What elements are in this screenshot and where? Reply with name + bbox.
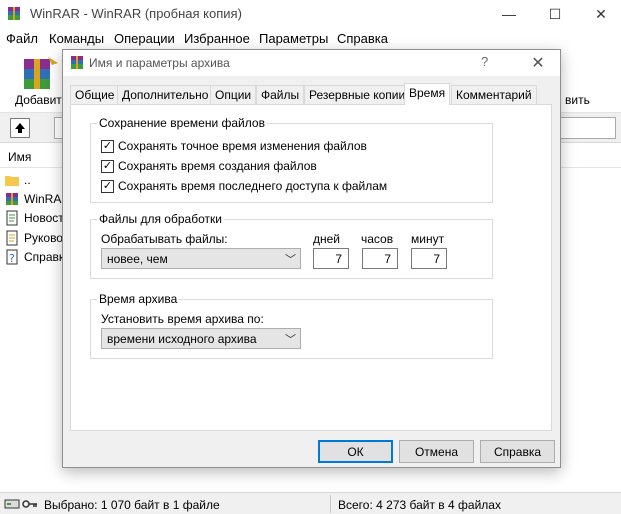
add-button-label[interactable]: Добавить bbox=[15, 93, 68, 107]
path-dropdown[interactable] bbox=[558, 117, 616, 139]
dialog-title: Имя и параметры архива bbox=[89, 56, 230, 70]
tab-comment[interactable]: Комментарий bbox=[451, 85, 537, 104]
status-selected: Выбрано: 1 070 байт в 1 файле bbox=[44, 498, 220, 512]
files-to-process-group-title: Файлы для обработки bbox=[97, 212, 224, 226]
minutes-label: минут bbox=[411, 232, 445, 246]
process-files-select[interactable]: новее, чем ﹀ bbox=[101, 248, 301, 269]
rar-archive-icon bbox=[4, 191, 20, 207]
days-label: дней bbox=[313, 232, 341, 246]
archive-time-value: времени исходного архива bbox=[107, 332, 257, 346]
save-time-group: Сохранение времени файлов ✓ Сохранять то… bbox=[90, 116, 493, 203]
column-name[interactable]: Имя bbox=[8, 150, 31, 164]
save-time-group-title: Сохранение времени файлов bbox=[97, 116, 267, 130]
list-item[interactable]: .. bbox=[4, 170, 31, 190]
list-item-label: Руково bbox=[24, 231, 63, 245]
tab-options[interactable]: Опции bbox=[210, 85, 257, 104]
checkbox-atime[interactable]: ✓ bbox=[101, 179, 114, 193]
window-title: WinRAR - WinRAR (пробная копия) bbox=[30, 6, 242, 21]
dialog-close-button[interactable]: ✕ bbox=[523, 52, 553, 74]
winrar-app-icon bbox=[6, 6, 22, 22]
maximize-button[interactable]: ☐ bbox=[532, 0, 578, 28]
list-item[interactable]: Новост bbox=[4, 208, 64, 228]
status-divider bbox=[330, 495, 331, 513]
menu-help[interactable]: Справка bbox=[337, 31, 388, 46]
archive-time-group: Время архива Установить время архива по:… bbox=[90, 292, 493, 359]
time-tab-panel: Сохранение времени файлов ✓ Сохранять то… bbox=[70, 104, 552, 431]
files-to-process-group: Файлы для обработки Обрабатывать файлы: … bbox=[90, 212, 493, 279]
tab-advanced[interactable]: Дополнительно bbox=[117, 85, 214, 104]
folder-icon bbox=[4, 172, 20, 188]
archive-time-select[interactable]: времени исходного архива ﹀ bbox=[101, 328, 301, 349]
list-item-label: Новост bbox=[24, 211, 64, 225]
list-item[interactable]: WinRAR bbox=[4, 189, 70, 209]
menu-operations[interactable]: Операции bbox=[114, 31, 175, 46]
tab-files[interactable]: Файлы bbox=[256, 85, 305, 104]
list-item[interactable]: Руково bbox=[4, 228, 63, 248]
hours-input[interactable]: 7 bbox=[362, 248, 398, 269]
text-document-icon bbox=[4, 210, 20, 226]
manual-document-icon bbox=[4, 230, 20, 246]
checkbox-atime-label: Сохранять время последнего доступа к фай… bbox=[118, 179, 388, 193]
tab-time[interactable]: Время bbox=[404, 83, 451, 105]
dialog-winrar-icon bbox=[69, 55, 85, 71]
menu-favorites[interactable]: Избранное bbox=[184, 31, 250, 46]
status-bar: Выбрано: 1 070 байт в 1 файле Всего: 4 2… bbox=[0, 492, 621, 514]
menu-options[interactable]: Параметры bbox=[259, 31, 328, 46]
checkbox-row-ctime[interactable]: ✓ Сохранять время создания файлов bbox=[101, 158, 317, 174]
chevron-down-icon: ﹀ bbox=[285, 254, 296, 266]
main-titlebar: WinRAR - WinRAR (пробная копия) — ☐ ✕ bbox=[0, 0, 621, 28]
archive-options-dialog: Имя и параметры архива ? ✕ Общие Дополни… bbox=[62, 49, 561, 468]
up-folder-button[interactable] bbox=[10, 118, 30, 138]
tab-backup[interactable]: Резервные копии bbox=[304, 85, 411, 104]
checkbox-mtime[interactable]: ✓ bbox=[101, 139, 114, 153]
ok-button[interactable]: ОК bbox=[318, 440, 393, 463]
dialog-titlebar: Имя и параметры архива ? ✕ bbox=[63, 50, 560, 76]
menu-bar: Файл Команды Операции Избранное Параметр… bbox=[0, 28, 621, 49]
tab-general[interactable]: Общие bbox=[70, 85, 120, 104]
menu-commands[interactable]: Команды bbox=[49, 31, 104, 46]
svg-text:?: ? bbox=[9, 252, 15, 265]
cancel-button[interactable]: Отмена bbox=[399, 440, 474, 463]
checkbox-ctime-label: Сохранять время создания файлов bbox=[118, 159, 317, 173]
list-item-label: .. bbox=[24, 173, 31, 187]
close-button[interactable]: ✕ bbox=[578, 0, 621, 28]
days-input[interactable]: 7 bbox=[313, 248, 349, 269]
chevron-down-icon: ﹀ bbox=[285, 334, 296, 346]
set-archive-time-label: Установить время архива по: bbox=[101, 312, 264, 326]
toolbar-right-label[interactable]: вить bbox=[565, 93, 590, 107]
process-files-value: новее, чем bbox=[107, 252, 168, 266]
help-button[interactable]: Справка bbox=[480, 440, 555, 463]
checkbox-mtime-label: Сохранять точное время изменения файлов bbox=[118, 139, 367, 153]
dialog-help-button[interactable]: ? bbox=[481, 54, 488, 69]
checkbox-row-atime[interactable]: ✓ Сохранять время последнего доступа к ф… bbox=[101, 178, 387, 194]
list-item-label: Справк bbox=[24, 250, 65, 264]
drive-icon bbox=[4, 497, 20, 514]
list-item[interactable]: ? Справк bbox=[4, 247, 64, 267]
menu-file[interactable]: Файл bbox=[6, 31, 38, 46]
hours-label: часов bbox=[361, 232, 394, 246]
minutes-input[interactable]: 7 bbox=[411, 248, 447, 269]
process-files-label: Обрабатывать файлы: bbox=[101, 232, 228, 246]
help-file-icon: ? bbox=[4, 249, 20, 265]
checkbox-ctime[interactable]: ✓ bbox=[101, 159, 114, 173]
minimize-button[interactable]: — bbox=[486, 0, 532, 28]
checkbox-row-mtime[interactable]: ✓ Сохранять точное время изменения файло… bbox=[101, 138, 367, 154]
status-total: Всего: 4 273 байт в 4 файлах bbox=[338, 498, 501, 512]
archive-time-group-title: Время архива bbox=[97, 292, 180, 306]
add-archive-icon[interactable] bbox=[18, 53, 62, 93]
key-icon bbox=[22, 498, 38, 513]
